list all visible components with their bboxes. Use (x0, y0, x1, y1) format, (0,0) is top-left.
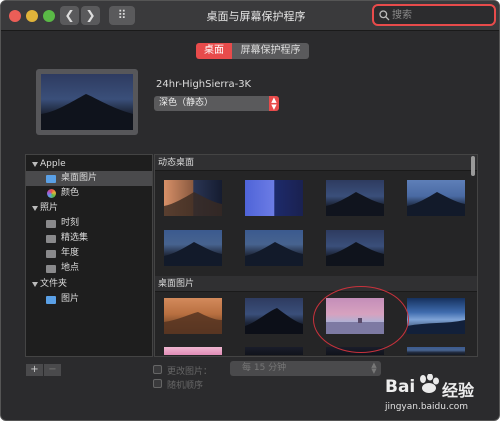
tab-screen-saver[interactable]: 屏幕保护程序 (232, 43, 309, 59)
tab-desktop[interactable]: 桌面 (196, 43, 232, 59)
title-bar: ❮ ❯ ⠿ 桌面与屏幕保护程序 (1, 1, 499, 31)
appearance-mode-select[interactable]: 深色（静态） ▲ ▼ (154, 96, 279, 111)
appearance-mode-value: 深色（静态） (159, 98, 214, 108)
section-header-dynamic: 动态桌面 (155, 155, 477, 171)
random-order-checkbox[interactable] (153, 379, 162, 388)
mountain-image (326, 242, 384, 266)
sidebar-item-pictures[interactable]: 图片 (26, 292, 152, 307)
wallpaper-name: 24hr-HighSierra-3K (156, 79, 252, 90)
wallpaper-thumbnail[interactable] (407, 347, 465, 355)
mountain-image (245, 308, 303, 334)
current-wallpaper-image (41, 74, 133, 130)
paw-logo-icon (420, 374, 439, 393)
disclosure-triangle-icon[interactable] (32, 206, 38, 211)
shore-image (407, 320, 465, 334)
change-picture-checkbox[interactable] (153, 365, 162, 374)
sidebar-item-moments[interactable]: 时刻 (26, 216, 152, 231)
window-title: 桌面与屏幕保护程序 (206, 10, 306, 23)
disclosure-triangle-icon[interactable] (32, 282, 38, 287)
minimize-window-button[interactable] (26, 10, 38, 22)
desert-image (164, 312, 222, 334)
section-header-desktop-pictures: 桌面图片 (155, 276, 477, 292)
wallpaper-thumbnail[interactable] (164, 347, 222, 355)
change-picture-label: 更改图片： (167, 367, 213, 377)
chevron-updown-icon: ▲ ▼ (269, 96, 279, 111)
add-folder-button[interactable]: + (26, 364, 43, 376)
color-wheel-icon (47, 189, 56, 198)
wallpaper-thumbnail[interactable] (326, 180, 384, 216)
wallpaper-thumbnail[interactable] (164, 230, 222, 266)
wallpaper-thumbnail[interactable] (245, 298, 303, 334)
gray-folder-icon (46, 250, 56, 258)
wallpaper-thumbnail[interactable] (245, 347, 303, 355)
system-preferences-window: ❮ ❯ ⠿ 桌面与屏幕保护程序 桌面 屏幕保护程序 24hr-HighSierr… (0, 0, 500, 421)
disclosure-triangle-icon[interactable] (32, 162, 38, 167)
interval-select[interactable]: 每 15 分钟 ▲ ▼ (230, 361, 381, 376)
mountain-image (164, 242, 222, 266)
blue-folder-icon (46, 175, 56, 183)
sidebar-group-apple[interactable]: Apple (26, 157, 152, 172)
sidebar-item-desktop-pictures[interactable]: 桌面图片 (26, 171, 152, 186)
mountain-image (407, 192, 465, 216)
sidebar-item-places[interactable]: 地点 (26, 261, 152, 276)
mountain-image (326, 192, 384, 216)
mojave-image (164, 180, 222, 216)
sidebar-item-collections[interactable]: 精选集 (26, 231, 152, 246)
current-wallpaper-preview (36, 69, 138, 135)
mountain-image (245, 242, 303, 266)
back-button[interactable]: ❮ (60, 6, 79, 25)
search-input[interactable] (392, 8, 487, 23)
baidu-watermark: Bai 经验 jingyan.baidu.com (383, 372, 499, 420)
source-list-sidebar[interactable]: Apple 桌面图片 颜色 照片 时刻 精选集 年度 地点 文件夹 图片 (25, 154, 153, 357)
search-icon (379, 10, 390, 21)
sidebar-group-photos[interactable]: 照片 (26, 201, 152, 216)
close-window-button[interactable] (9, 10, 21, 22)
watermark-url: jingyan.baidu.com (385, 402, 469, 412)
wallpaper-thumbnail[interactable] (164, 298, 222, 334)
wallpaper-thumbnail[interactable] (407, 298, 465, 334)
highlight-annotation-circle (313, 286, 409, 353)
interval-value: 每 15 分钟 (242, 363, 287, 373)
gray-folder-icon (46, 265, 56, 273)
watermark-logo-text: Bai (385, 377, 416, 397)
gray-folder-icon (46, 220, 56, 228)
sidebar-item-years[interactable]: 年度 (26, 246, 152, 261)
wallpaper-thumbnail[interactable] (326, 230, 384, 266)
chevron-updown-icon: ▲ ▼ (371, 361, 377, 375)
mountain-image (41, 94, 133, 130)
show-all-grid-button[interactable]: ⠿ (109, 6, 135, 25)
gray-folder-icon (46, 235, 56, 243)
wallpaper-thumbnail[interactable] (245, 180, 303, 216)
wallpaper-thumbnail[interactable] (245, 230, 303, 266)
gallery-scrollbar-thumb[interactable] (471, 156, 475, 176)
random-order-label: 随机顺序 (167, 381, 204, 391)
blue-folder-icon (46, 296, 56, 304)
wallpaper-thumbnail[interactable] (164, 180, 222, 216)
wallpaper-thumbnail[interactable] (407, 180, 465, 216)
search-box[interactable] (372, 4, 496, 26)
forward-button[interactable]: ❯ (81, 6, 100, 25)
sidebar-group-folders[interactable]: 文件夹 (26, 277, 152, 292)
zoom-window-button[interactable] (43, 10, 55, 22)
watermark-logo-suffix: 经验 (442, 381, 475, 400)
remove-folder-button[interactable]: − (44, 364, 61, 376)
sidebar-item-colors[interactable]: 颜色 (26, 186, 152, 201)
